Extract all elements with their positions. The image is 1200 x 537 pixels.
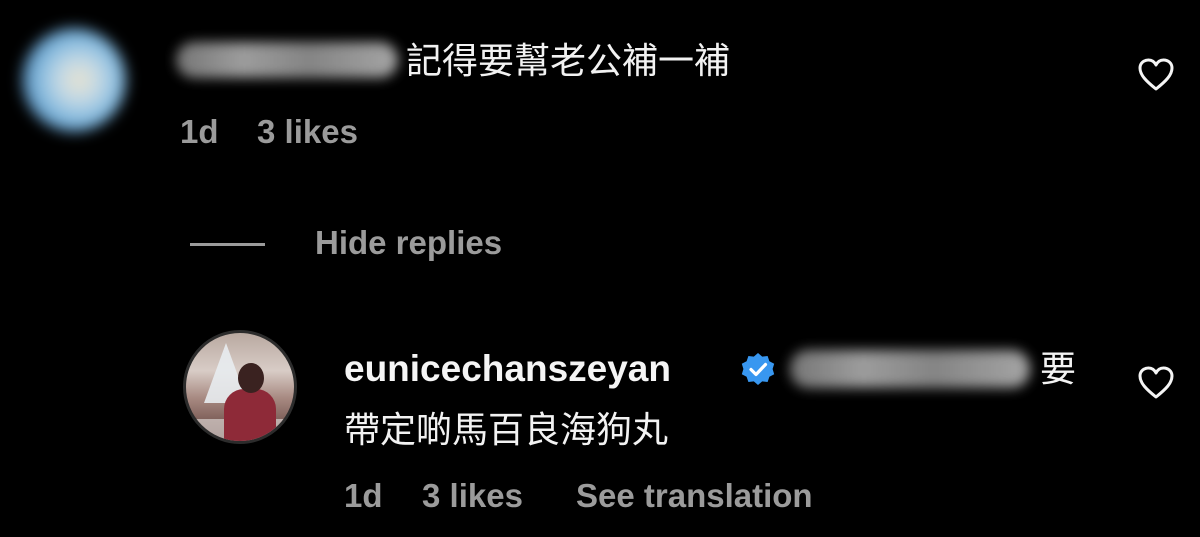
comment-likes-count[interactable]: 3 likes xyxy=(257,113,358,151)
commenter-username-blurred[interactable] xyxy=(176,42,398,78)
mentioned-username-blurred[interactable] xyxy=(790,350,1030,388)
reply-likes-count[interactable]: 3 likes xyxy=(422,477,523,515)
avatar-person-head xyxy=(238,363,264,393)
reply-author-avatar[interactable] xyxy=(183,330,297,444)
reply-author-username[interactable]: eunicechanszeyan xyxy=(344,348,671,390)
heart-icon[interactable] xyxy=(1138,58,1174,92)
hide-replies-button[interactable]: Hide replies xyxy=(315,224,502,262)
reply-timestamp[interactable]: 1d xyxy=(344,477,383,515)
reply-text-line2: 帶定啲馬百良海狗丸 xyxy=(344,409,669,450)
avatar-person-body xyxy=(224,389,276,441)
comment-timestamp[interactable]: 1d xyxy=(180,113,219,151)
replies-divider xyxy=(190,243,265,246)
verified-badge-icon xyxy=(739,351,777,389)
see-translation-button[interactable]: See translation xyxy=(576,477,813,515)
comment-text: 記得要幫老公補一補 xyxy=(406,40,731,81)
heart-icon[interactable] xyxy=(1138,366,1174,400)
commenter-avatar-blurred[interactable] xyxy=(22,28,126,132)
reply-text-line1: 要 xyxy=(1040,348,1077,389)
